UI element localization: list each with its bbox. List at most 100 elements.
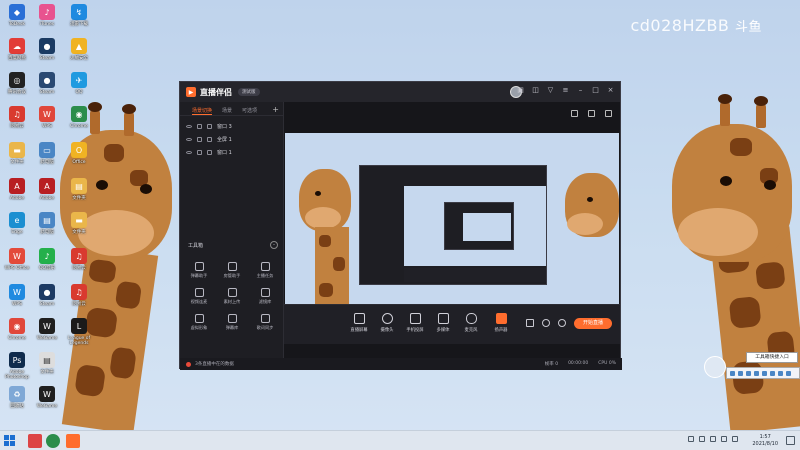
microphone-button[interactable]: 麦克风 [458,313,484,333]
tool-avatar[interactable]: 虚拟形象 [184,314,214,331]
desktop-icon[interactable]: A Adobe [0,178,34,201]
skin-icon[interactable]: ▽ [547,87,554,94]
keyboard-icon[interactable] [732,436,738,442]
tool-danmu-assistant[interactable]: 弹幕助手 [184,262,214,279]
desktop-icon[interactable]: ◆ ToDesk [0,4,34,27]
close-icon[interactable]: × [607,87,614,94]
network-icon[interactable] [699,436,705,442]
tab-scene[interactable]: 场景 [222,107,232,115]
desktop-icon[interactable]: ✈ QQ [62,72,96,95]
tool-host-tasks[interactable]: 主播任务 [250,262,280,279]
tray-app-icon[interactable] [786,370,791,376]
desktop-icon[interactable]: W WPS Office [0,248,34,271]
desktop-icon[interactable]: ▤ 文件夹 [30,352,64,375]
tool-lyrics-sync[interactable]: 歌词同步 [250,314,280,331]
desktop-icon[interactable]: ♻ 回收站 [0,386,34,409]
preview-canvas[interactable] [285,133,619,321]
gift-icon[interactable]: ◫ [532,87,539,94]
desktop-icon[interactable]: ◉ Chrome [0,318,34,341]
layout-icon[interactable] [571,110,578,117]
menu-icon[interactable]: ≡ [562,87,569,94]
desktop-icon[interactable]: ▤ 文件夹 [62,178,96,201]
tool-danmu-library[interactable]: 弹幕库 [217,314,247,331]
desktop-icon[interactable]: ♫ 网易云 [62,248,96,271]
desktop-icon[interactable]: ☁ 百度网盘 [0,38,34,61]
phone-mirror-button[interactable]: 手机投屏 [402,313,428,333]
desktop-icon[interactable]: Ps Adobe Photoshop [0,352,34,380]
chevron-up-icon[interactable] [688,436,694,442]
ime-icon[interactable] [721,436,727,442]
desktop-icon[interactable]: ● Steam [30,72,64,95]
visibility-icon[interactable] [186,151,192,154]
share-icon[interactable] [605,110,612,117]
screen-capture-button[interactable]: 直播屏幕 [346,313,372,333]
tab-scene-switch[interactable]: 场景切换 [192,107,213,115]
taskbar-live-app-icon[interactable] [66,434,80,450]
desktop-icon[interactable]: ◎ 腾讯会议 [0,72,34,95]
tool-video-link[interactable]: 视频连麦 [184,288,214,305]
desktop-icon[interactable]: e Edge [0,212,34,235]
tray-app-icon[interactable] [730,370,735,376]
notification-icon[interactable] [786,436,795,445]
clock[interactable]: 1:57 2021/8/10 [752,434,778,447]
add-source-button[interactable]: + [272,105,279,114]
file-icon: ▤ [71,178,87,194]
desktop-icon[interactable]: ▬ 文件夹 [62,212,96,235]
windows-start-icon[interactable] [4,435,16,447]
desktop-icon[interactable]: ↯ 迅雷下载 [62,4,96,27]
volume-icon[interactable] [710,436,716,442]
taskbar-app-icon[interactable] [28,434,42,448]
source-item[interactable]: 全屏 1 [180,133,283,146]
speaker-button[interactable]: 扬声器 [488,313,514,333]
desktop-icon[interactable]: W WPS [0,284,34,307]
tray-app-icon[interactable] [738,370,743,376]
record-icon[interactable] [526,319,534,327]
taskbar-chrome-icon[interactable] [46,434,60,450]
lock-icon[interactable] [197,124,202,129]
screenshot-icon[interactable] [588,110,595,117]
lock-icon[interactable] [197,150,202,155]
start-live-button[interactable]: 开始直播 [574,318,612,329]
maximize-icon[interactable]: □ [592,87,599,94]
tab-options[interactable]: 可选项 [242,107,257,115]
multimedia-button[interactable]: 多媒体 [430,313,456,333]
desktop-icon[interactable]: W WPS [30,106,64,129]
tray-app-icon[interactable] [754,370,759,376]
tray-app-icon[interactable] [778,370,783,376]
floating-assistant-icon[interactable] [704,356,726,378]
tool-filters[interactable]: 滤镜库 [250,288,280,305]
desktop-icon[interactable]: ◉ Chrome [62,106,96,129]
desktop-icon[interactable]: ♫ 网易云 [62,284,96,307]
desktop-icon[interactable]: O Office [62,142,96,165]
tray-app-icon[interactable] [746,370,751,376]
desktop-icon[interactable]: L League of Legends [62,318,96,346]
tool-upload[interactable]: 素材上传 [217,288,247,305]
source-item[interactable]: 窗口 1 [180,146,283,159]
desktop-icon[interactable]: ▭ 此电脑 [30,142,64,165]
collapse-icon[interactable]: – [270,241,278,249]
tray-app-icon[interactable] [762,370,767,376]
desktop-icon[interactable]: ♪ iTunes [30,4,64,27]
desktop-icon[interactable]: ▤ 此电脑 [30,212,64,235]
desktop-icon[interactable]: ● Steam [30,38,64,61]
visibility-icon[interactable] [186,138,192,141]
message-icon[interactable]: ▣ [517,87,524,94]
desktop-icon[interactable]: ▲ 火绒安全 [62,38,96,61]
source-item[interactable]: 窗口 3 [180,120,283,133]
desktop-icon[interactable]: ♫ 网易云 [0,106,34,129]
desktop-icon[interactable]: W WeGame [30,318,64,341]
tool-room-admin[interactable]: 房管助手 [217,262,247,279]
eye-icon[interactable] [542,319,550,327]
camera-button[interactable]: 摄像头 [374,313,400,333]
visibility-icon[interactable] [186,125,192,128]
desktop-icon[interactable]: ● Steam [30,284,64,307]
lock-icon[interactable] [197,137,202,142]
desktop-icon[interactable]: W WeGame [30,386,64,409]
tray-app-icon[interactable] [770,370,775,376]
title-bar[interactable]: ▶ 直播伴侣 测试版 ▣ ◫ ▽ ≡ – □ × [180,82,620,102]
minimize-icon[interactable]: – [577,87,584,94]
desktop-icon[interactable]: ♪ QQ音乐 [30,248,64,271]
desktop-icon[interactable]: A Adobe [30,178,64,201]
settings-icon[interactable] [558,319,566,327]
desktop-icon[interactable]: ▬ 文件夹 [0,142,34,165]
